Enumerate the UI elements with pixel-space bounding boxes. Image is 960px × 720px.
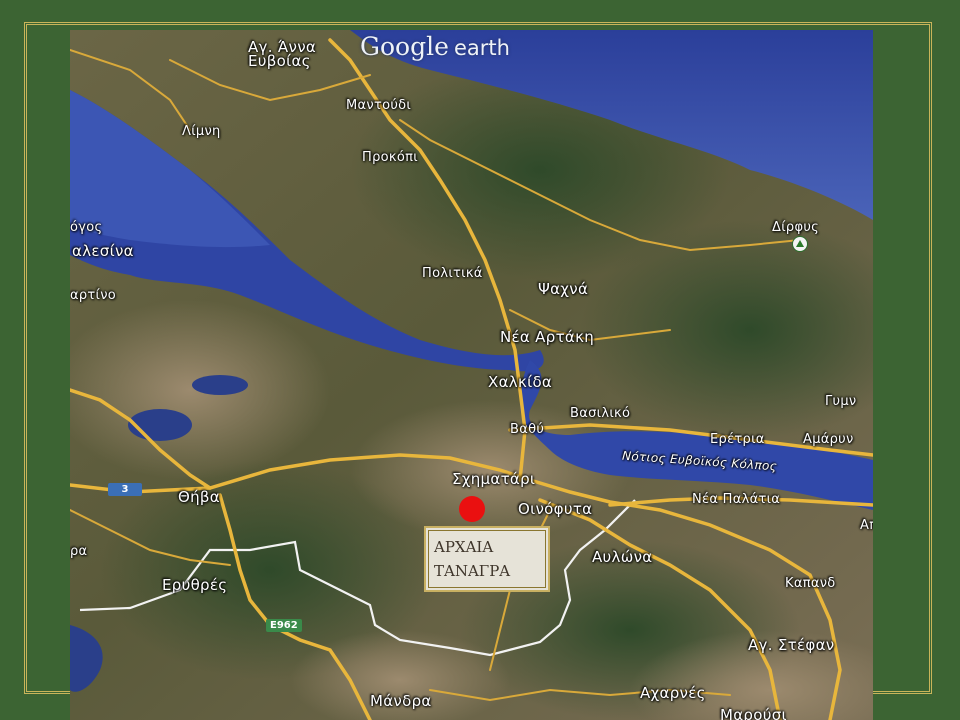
- place-marousi: Μαρούσι: [720, 706, 787, 720]
- place-mantoudi: Μαντούδι: [346, 98, 412, 113]
- place-artino: αρτίνο: [70, 288, 117, 303]
- ancient-tanagra-label: ΑΡΧΑΙΑ ΤΑΝΑΓΡΑ: [424, 526, 550, 592]
- place-avlona: Αυλώνα: [592, 548, 653, 566]
- place-ogos: όγος: [70, 220, 103, 235]
- road-badge-3: 3: [108, 483, 142, 496]
- ancient-tanagra-marker[interactable]: [459, 496, 485, 522]
- road-badge-e962: E962: [266, 619, 302, 632]
- place-limni: Λίμνη: [182, 124, 221, 139]
- place-acharnes: Αχαρνές: [640, 684, 706, 702]
- place-prokopi: Προκόπι: [362, 150, 418, 165]
- place-kapandriti: Καπανδ: [785, 576, 836, 591]
- place-ap: Απ: [860, 518, 873, 533]
- place-ag-stefanos: Αγ. Στέφαν: [748, 636, 835, 654]
- place-nea-artaki: Νέα Αρτάκη: [500, 328, 595, 346]
- place-erythres: Ερυθρές: [162, 576, 228, 594]
- place-gymn: Γυμν: [825, 394, 857, 409]
- place-vasiliko: Βασιλικό: [570, 406, 631, 421]
- place-eretria: Ερέτρια: [710, 432, 765, 447]
- place-chalkida: Χαλκίδα: [488, 373, 553, 391]
- place-nea-palatia: Νέα Παλάτια: [692, 492, 781, 507]
- place-oinofyta: Οινόφυτα: [518, 500, 593, 518]
- place-alesina: αλεσίνα: [72, 242, 134, 260]
- place-thiva: Θήβα: [178, 488, 220, 506]
- place-mandra: Μάνδρα: [370, 692, 432, 710]
- place-dirfys: Δίρφυς: [772, 220, 820, 235]
- place-evvoias: Ευβοίας: [248, 52, 311, 70]
- place-schimatari: Σχηματάρι: [452, 470, 536, 488]
- place-pa: ρα: [70, 544, 88, 559]
- mountain-peak-icon: [792, 236, 808, 252]
- place-politika: Πολιτικά: [422, 266, 483, 281]
- google-earth-logo: Google earth: [360, 32, 510, 61]
- map-view[interactable]: Google earth Αγ. Άννα Ευβοίας Λίμνη Μαντ…: [70, 30, 873, 720]
- place-amarynthos: Αμάρυν: [803, 432, 854, 447]
- place-psachna: Ψαχνά: [538, 280, 589, 298]
- place-vathy: Βαθύ: [510, 422, 545, 437]
